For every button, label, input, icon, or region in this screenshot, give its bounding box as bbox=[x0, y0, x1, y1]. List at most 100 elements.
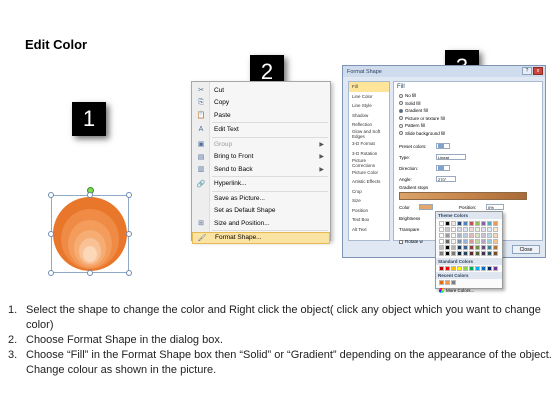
theme-color-swatch[interactable] bbox=[463, 227, 468, 232]
direction-dropdown[interactable] bbox=[436, 165, 450, 171]
theme-color-swatch[interactable] bbox=[469, 251, 474, 256]
theme-color-swatch[interactable] bbox=[475, 251, 480, 256]
theme-color-swatch[interactable] bbox=[451, 227, 456, 232]
menu-item-copy[interactable]: ⎘ Copy bbox=[192, 97, 330, 109]
category-fill[interactable]: Fill bbox=[349, 82, 389, 92]
theme-color-swatch[interactable] bbox=[463, 233, 468, 238]
menu-item-format-shape[interactable]: 🖌 Format Shape... bbox=[192, 231, 330, 244]
position-input[interactable]: 0% bbox=[486, 204, 504, 210]
close-icon[interactable]: x bbox=[533, 67, 543, 75]
theme-color-swatch[interactable] bbox=[439, 239, 444, 244]
category-picture-color[interactable]: Picture Color bbox=[349, 168, 389, 178]
theme-color-swatch[interactable] bbox=[493, 233, 498, 238]
category-size[interactable]: Size bbox=[349, 196, 389, 206]
theme-color-swatch[interactable] bbox=[475, 239, 480, 244]
menu-item-edit-text[interactable]: A Edit Text bbox=[192, 124, 330, 136]
theme-color-swatch[interactable] bbox=[487, 245, 492, 250]
standard-color-swatch[interactable] bbox=[469, 266, 474, 271]
theme-color-swatch[interactable] bbox=[439, 245, 444, 250]
standard-color-swatch[interactable] bbox=[451, 266, 456, 271]
recent-color-swatch[interactable] bbox=[439, 280, 444, 285]
category-3-d-rotation[interactable]: 3-D Rotation bbox=[349, 149, 389, 159]
close-button[interactable]: Close bbox=[512, 245, 540, 254]
theme-color-swatch[interactable] bbox=[481, 239, 486, 244]
category-reflection[interactable]: Reflection bbox=[349, 120, 389, 130]
theme-color-swatch[interactable] bbox=[439, 251, 444, 256]
theme-color-swatch[interactable] bbox=[469, 245, 474, 250]
theme-color-swatch[interactable] bbox=[457, 227, 462, 232]
menu-item-send-to-back[interactable]: ▥ Send to Back ▶ bbox=[192, 163, 330, 175]
rotate-checkbox[interactable] bbox=[399, 239, 403, 244]
menu-item-group[interactable]: ▣ Group ▶ bbox=[192, 138, 330, 150]
category-artistic-effects[interactable]: Artistic Effects bbox=[349, 177, 389, 187]
category-line-color[interactable]: Line Color bbox=[349, 92, 389, 102]
radio-button[interactable] bbox=[399, 101, 403, 105]
theme-color-swatch[interactable] bbox=[445, 239, 450, 244]
category-picture-corrections[interactable]: Picture Corrections bbox=[349, 158, 389, 168]
preset-colors-dropdown[interactable] bbox=[436, 143, 450, 149]
theme-color-swatch[interactable] bbox=[493, 245, 498, 250]
theme-color-swatch[interactable] bbox=[439, 227, 444, 232]
theme-color-swatch[interactable] bbox=[457, 221, 462, 226]
standard-color-swatch[interactable] bbox=[445, 266, 450, 271]
resize-handle-sw[interactable] bbox=[48, 270, 54, 276]
theme-color-swatch[interactable] bbox=[475, 221, 480, 226]
theme-color-swatch[interactable] bbox=[445, 227, 450, 232]
theme-color-swatch[interactable] bbox=[445, 233, 450, 238]
angle-input[interactable]: 270° bbox=[436, 176, 456, 182]
menu-item-paste[interactable]: 📋 Paste bbox=[192, 109, 330, 121]
standard-color-swatch[interactable] bbox=[481, 266, 486, 271]
standard-color-swatch[interactable] bbox=[487, 266, 492, 271]
resize-handle-e[interactable] bbox=[126, 231, 132, 237]
theme-color-swatch[interactable] bbox=[493, 239, 498, 244]
theme-color-swatch[interactable] bbox=[463, 221, 468, 226]
theme-color-swatch[interactable] bbox=[451, 221, 456, 226]
radio-button[interactable] bbox=[399, 116, 403, 120]
radio-button[interactable] bbox=[399, 93, 403, 98]
theme-color-swatch[interactable] bbox=[493, 227, 498, 232]
category-alt-text[interactable]: Alt Text bbox=[349, 225, 389, 235]
theme-color-swatch[interactable] bbox=[481, 233, 486, 238]
category-shadow[interactable]: Shadow bbox=[349, 111, 389, 121]
category-text-box[interactable]: Text Box bbox=[349, 215, 389, 225]
type-dropdown[interactable]: Linear bbox=[436, 154, 466, 160]
theme-color-swatch[interactable] bbox=[457, 245, 462, 250]
standard-color-swatch[interactable] bbox=[463, 266, 468, 271]
category-glow-and-soft-edges[interactable]: Glow and Soft Edges bbox=[349, 129, 389, 139]
resize-handle-ne[interactable] bbox=[126, 192, 132, 198]
theme-color-swatch[interactable] bbox=[487, 221, 492, 226]
rotate-with-shape-row[interactable]: Rotate w bbox=[399, 239, 423, 244]
theme-color-swatch[interactable] bbox=[469, 227, 474, 232]
fill-option-picture-or-texture-fill[interactable]: Picture or texture fill bbox=[399, 116, 445, 121]
theme-color-swatch[interactable] bbox=[475, 245, 480, 250]
theme-color-swatch[interactable] bbox=[469, 233, 474, 238]
theme-color-swatch[interactable] bbox=[481, 221, 486, 226]
theme-color-swatch[interactable] bbox=[457, 233, 462, 238]
fill-option-no-fill[interactable]: No fill bbox=[399, 93, 416, 98]
gradient-stops-bar[interactable] bbox=[399, 192, 527, 200]
theme-color-swatch[interactable] bbox=[439, 221, 444, 226]
category-line-style[interactable]: Line Style bbox=[349, 101, 389, 111]
menu-item-set-as-default-shape[interactable]: Set as Default Shape bbox=[192, 205, 330, 217]
theme-color-swatch[interactable] bbox=[493, 251, 498, 256]
category-3-d-format[interactable]: 3-D Format bbox=[349, 139, 389, 149]
theme-color-swatch[interactable] bbox=[439, 233, 444, 238]
theme-color-swatch[interactable] bbox=[463, 251, 468, 256]
theme-color-swatch[interactable] bbox=[457, 239, 462, 244]
theme-color-swatch[interactable] bbox=[445, 245, 450, 250]
selected-shape[interactable] bbox=[48, 187, 132, 276]
radio-button[interactable] bbox=[399, 123, 403, 128]
theme-color-swatch[interactable] bbox=[445, 251, 450, 256]
color-picker-button[interactable] bbox=[419, 204, 433, 210]
recent-color-swatch[interactable] bbox=[445, 280, 450, 285]
menu-item-size-and-position[interactable]: ⊞ Size and Position... bbox=[192, 217, 330, 229]
theme-color-swatch[interactable] bbox=[481, 251, 486, 256]
theme-color-swatch[interactable] bbox=[487, 233, 492, 238]
category-position[interactable]: Position bbox=[349, 206, 389, 216]
help-button[interactable]: ? bbox=[522, 67, 532, 75]
standard-color-swatch[interactable] bbox=[475, 266, 480, 271]
theme-color-swatch[interactable] bbox=[487, 239, 492, 244]
menu-item-save-as-picture[interactable]: Save as Picture... bbox=[192, 192, 330, 204]
category-crop[interactable]: Crop bbox=[349, 187, 389, 197]
theme-color-swatch[interactable] bbox=[469, 239, 474, 244]
